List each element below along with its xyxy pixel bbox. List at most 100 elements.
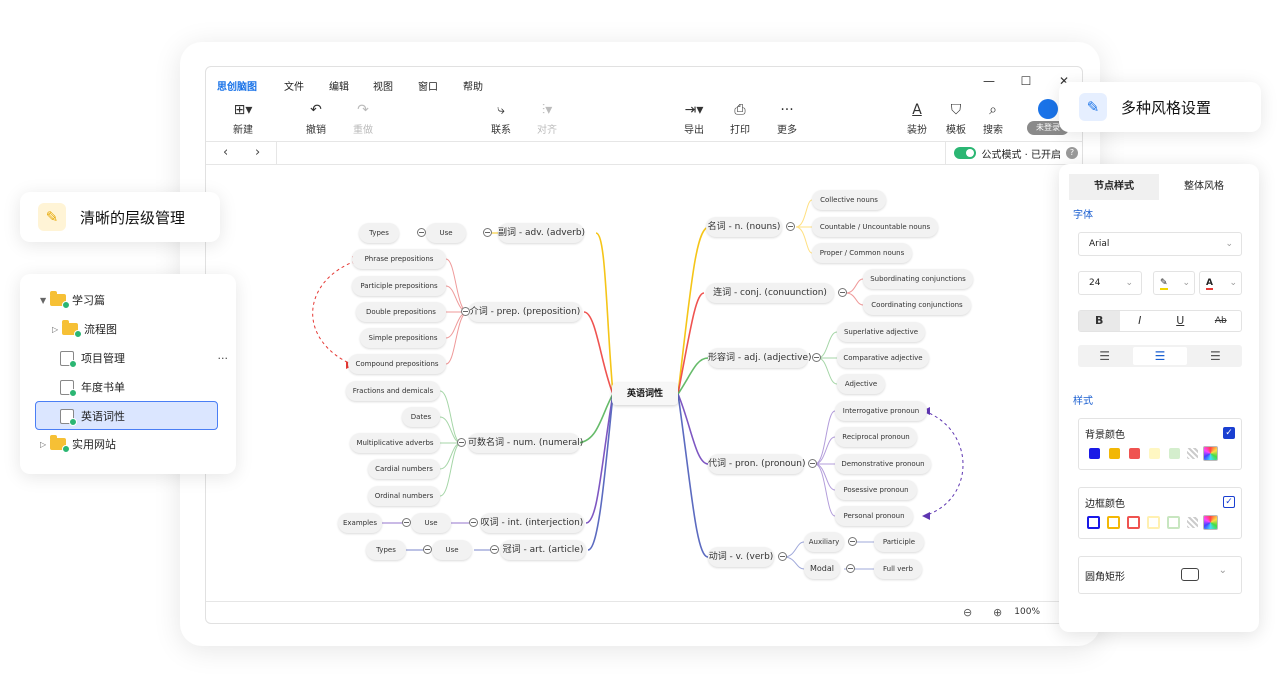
color-swatch[interactable] bbox=[1087, 516, 1100, 529]
node-preposition[interactable]: 介词 - prep. (preposition) bbox=[468, 302, 582, 322]
menu-window[interactable]: 窗口 bbox=[418, 78, 438, 93]
node-prep-item[interactable]: Double prepositions bbox=[356, 302, 446, 322]
node-pron-item[interactable]: Personal pronoun bbox=[835, 506, 913, 526]
maximize-button[interactable]: ☐ bbox=[1017, 74, 1035, 88]
caret-right-icon[interactable]: ▷ bbox=[40, 440, 50, 449]
node-adverb[interactable]: 副词 - adv. (adverb) bbox=[498, 223, 585, 243]
transparent-swatch-icon[interactable] bbox=[1187, 517, 1198, 528]
collapse-toggle-icon[interactable] bbox=[778, 552, 787, 561]
menu-view[interactable]: 视图 bbox=[373, 78, 393, 93]
avatar-icon[interactable] bbox=[1038, 99, 1058, 119]
node-prep-item[interactable]: Phrase prepositions bbox=[352, 249, 446, 269]
italic-button[interactable]: I bbox=[1120, 311, 1161, 331]
align-button[interactable]: ⫶▾ 对齐 bbox=[522, 102, 572, 136]
tree-item-booklist[interactable]: 年度书单 bbox=[60, 373, 125, 401]
node-pron-item[interactable]: Posessive pronoun bbox=[835, 480, 917, 500]
collapse-toggle-icon[interactable] bbox=[490, 545, 499, 554]
highlight-color-select[interactable]: ✎ ⌄ bbox=[1153, 271, 1195, 295]
node-prep-item[interactable]: Simple prepositions bbox=[360, 328, 446, 348]
font-color-select[interactable]: A ⌄ bbox=[1199, 271, 1242, 295]
back-arrow-icon[interactable]: ‹ bbox=[223, 145, 228, 160]
tab-overall-style[interactable]: 整体风格 bbox=[1159, 174, 1249, 200]
undo-button[interactable]: ↶ 撤销 bbox=[291, 102, 341, 136]
node-numeral[interactable]: 可数名词 - num. (numeral) bbox=[468, 433, 583, 453]
node-pron-item[interactable]: Reciprocal pronoun bbox=[835, 427, 917, 447]
more-button[interactable]: ··· 更多 bbox=[762, 102, 812, 136]
formula-toggle[interactable] bbox=[954, 147, 977, 159]
collapse-toggle-icon[interactable] bbox=[483, 228, 492, 237]
node-nouns[interactable]: 名词 - n. (nouns) bbox=[706, 217, 782, 237]
formula-mode[interactable]: 公式模式 · 已开启 ? bbox=[945, 142, 1078, 164]
collapse-toggle-icon[interactable] bbox=[423, 545, 432, 554]
collapse-toggle-icon[interactable] bbox=[838, 288, 847, 297]
color-swatch[interactable] bbox=[1107, 516, 1120, 529]
node-interjection[interactable]: 叹词 - int. (interjection) bbox=[480, 513, 584, 533]
align-left-icon[interactable]: ☰ bbox=[1078, 345, 1131, 367]
node-interjection-use[interactable]: Use bbox=[411, 513, 451, 533]
node-adj-item[interactable]: Superlative adjective bbox=[837, 322, 925, 342]
tree-item-flowchart[interactable]: ▷ 流程图 bbox=[52, 315, 117, 343]
menu-help[interactable]: 帮助 bbox=[463, 78, 483, 93]
node-adverb-types[interactable]: Types bbox=[359, 223, 399, 243]
minimize-button[interactable]: — bbox=[980, 74, 998, 88]
node-adverb-use[interactable]: Use bbox=[426, 223, 466, 243]
node-numeral-item[interactable]: Dates bbox=[402, 407, 440, 427]
node-nouns-item[interactable]: Countable / Uncountable nouns bbox=[812, 217, 938, 237]
color-picker-icon[interactable] bbox=[1203, 515, 1218, 530]
collapse-toggle-icon[interactable] bbox=[457, 438, 466, 447]
export-button[interactable]: ⇥▾ 导出 bbox=[669, 102, 719, 136]
node-numeral-item[interactable]: Multiplicative adverbs bbox=[350, 433, 440, 453]
tree-item-english[interactable]: 英语词性 bbox=[60, 402, 125, 430]
node-adjective[interactable]: 形容词 - adj. (adjective) bbox=[708, 348, 812, 368]
node-nouns-item[interactable]: Collective nouns bbox=[812, 190, 886, 210]
node-prep-item[interactable]: Participle prepositions bbox=[352, 276, 446, 296]
tree-item-project[interactable]: 项目管理 ··· bbox=[60, 344, 228, 372]
strikethrough-button[interactable]: Ab bbox=[1201, 311, 1242, 331]
mindmap-canvas[interactable]: 英语词性 副词 - adv. (adverb) Use Types 介词 - p… bbox=[206, 165, 1082, 603]
bold-button[interactable]: B bbox=[1079, 311, 1120, 331]
collapse-toggle-icon[interactable] bbox=[848, 537, 857, 546]
node-article-types[interactable]: Types bbox=[366, 540, 406, 560]
border-color-checkbox[interactable]: ✓ bbox=[1223, 496, 1235, 508]
node-conjunction[interactable]: 连词 - conj. (conuunction) bbox=[706, 283, 834, 303]
color-picker-icon[interactable] bbox=[1203, 446, 1218, 461]
color-swatch[interactable] bbox=[1149, 448, 1160, 459]
connect-button[interactable]: ⤷ 联系 bbox=[476, 102, 526, 136]
color-swatch[interactable] bbox=[1167, 516, 1180, 529]
node-adj-item[interactable]: Comparative adjective bbox=[837, 348, 929, 368]
tab-node-style[interactable]: 节点样式 bbox=[1069, 174, 1159, 200]
help-icon[interactable]: ? bbox=[1066, 147, 1078, 159]
collapse-toggle-icon[interactable] bbox=[812, 353, 821, 362]
color-swatch[interactable] bbox=[1129, 448, 1140, 459]
color-swatch[interactable] bbox=[1169, 448, 1180, 459]
mindmap-root-node[interactable]: 英语词性 bbox=[612, 383, 678, 405]
font-family-select[interactable]: Arial ⌄ bbox=[1078, 232, 1242, 256]
brand-menu[interactable]: 思创脑图 bbox=[217, 78, 257, 93]
node-article-use[interactable]: Use bbox=[432, 540, 472, 560]
node-prep-item[interactable]: Compound prepositions bbox=[348, 354, 446, 374]
search-button[interactable]: ⌕ 搜索 bbox=[968, 102, 1018, 136]
tree-item-websites[interactable]: ▷ 实用网站 bbox=[40, 430, 116, 458]
node-numeral-item[interactable]: Ordinal numbers bbox=[368, 486, 440, 506]
node-pronoun[interactable]: 代词 - pron. (pronoun) bbox=[708, 454, 805, 474]
collapse-toggle-icon[interactable] bbox=[808, 459, 817, 468]
node-pron-item[interactable]: Demonstrative pronoun bbox=[835, 454, 931, 474]
node-numeral-item[interactable]: Cardial numbers bbox=[368, 459, 440, 479]
node-verb-modal[interactable]: Modal bbox=[804, 559, 840, 579]
shape-select[interactable]: 圆角矩形 ⌄ bbox=[1078, 556, 1242, 594]
tree-item-study[interactable]: ▼ 学习篇 bbox=[40, 286, 105, 314]
node-verb-participle[interactable]: Participle bbox=[874, 532, 924, 552]
new-button[interactable]: ⊞▾ 新建 bbox=[218, 102, 268, 136]
font-size-select[interactable]: 24 ⌄ bbox=[1078, 271, 1142, 295]
redo-button[interactable]: ↷ 重做 bbox=[338, 102, 388, 136]
node-nouns-item[interactable]: Proper / Common nouns bbox=[812, 243, 912, 263]
node-pron-item[interactable]: Interrogative pronoun bbox=[835, 401, 927, 421]
menu-edit[interactable]: 编辑 bbox=[329, 78, 349, 93]
collapse-toggle-icon[interactable] bbox=[846, 564, 855, 573]
node-conj-item[interactable]: Coordinating conjunctions bbox=[863, 295, 971, 315]
transparent-swatch-icon[interactable] bbox=[1187, 448, 1198, 459]
caret-down-icon[interactable]: ▼ bbox=[40, 296, 50, 305]
color-swatch[interactable] bbox=[1127, 516, 1140, 529]
zoom-in-icon[interactable]: ⊕ bbox=[993, 606, 1002, 619]
zoom-out-icon[interactable]: ⊖ bbox=[963, 606, 972, 619]
